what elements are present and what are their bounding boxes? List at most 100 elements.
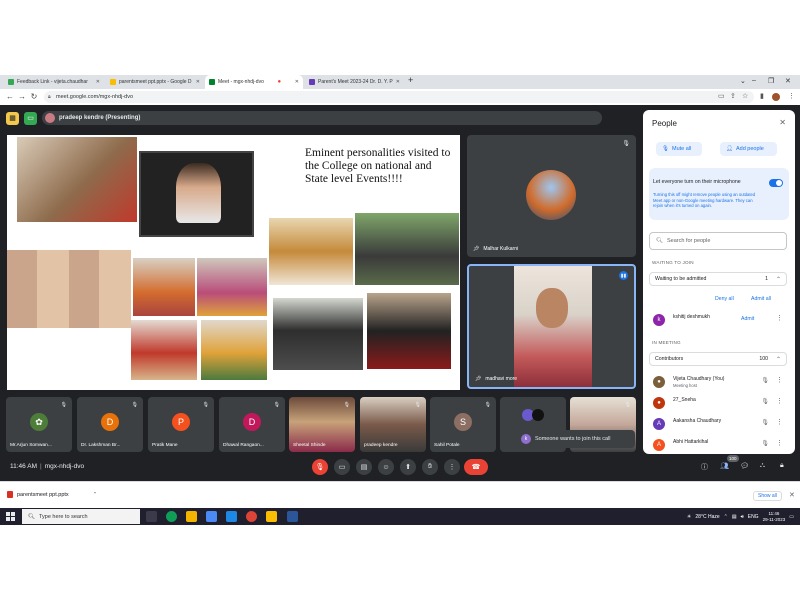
participant-tile[interactable]: S 🎙︎ Sahil Potale [430, 397, 496, 452]
activities-icon[interactable]: ▦ [6, 111, 19, 125]
camera-permission-icon[interactable]: ▭ [718, 92, 725, 100]
word-icon[interactable] [287, 511, 298, 522]
camera-toggle-button[interactable]: ▭ [334, 459, 350, 475]
mic-permission-toggle[interactable] [769, 179, 783, 187]
present-now-button[interactable]: ⬆ [400, 459, 416, 475]
admit-all-button[interactable]: Admit all [751, 296, 771, 302]
people-icon[interactable]: 👥︎ [720, 462, 729, 470]
participant-tile[interactable]: P 🎙︎ Pratik Mane [148, 397, 214, 452]
participant-tile[interactable]: ✿ 🎙︎ Mr.Arjun Somwan... [6, 397, 72, 452]
store-icon[interactable] [206, 511, 217, 522]
mic-off-icon: 🎙︎ [60, 402, 67, 408]
reload-icon[interactable]: ↻ [28, 92, 40, 101]
notifications-icon[interactable]: ▭ [789, 514, 794, 520]
chevron-up-icon[interactable]: ⌃ [93, 492, 98, 498]
participant-row[interactable]: A Aakansha Chaudhary 🎙︎ ⋮ [653, 416, 785, 432]
mic-toggle-button[interactable]: 🎙︎ [312, 459, 328, 475]
back-icon[interactable]: ← [4, 92, 16, 101]
deny-all-button[interactable]: Deny all [715, 296, 734, 302]
captions-button[interactable]: ▤ [356, 459, 372, 475]
clock[interactable]: 11:46 29-11-2023 [763, 511, 786, 522]
new-tab-button[interactable]: + [408, 75, 413, 85]
edge-icon[interactable] [166, 511, 177, 522]
profile-avatar[interactable] [772, 93, 780, 101]
tray-chevron-icon[interactable]: ⌃ [724, 514, 728, 520]
add-people-button[interactable]: 👤︎ Add people [720, 142, 777, 156]
participant-avatar: P [172, 413, 190, 431]
bookmark-star-icon[interactable]: ☆ [742, 92, 748, 100]
more-options-icon[interactable]: ⋮ [776, 418, 783, 426]
participant-row[interactable]: A Abhi Hattarkihal 🎙︎ ⋮ [653, 437, 785, 453]
chat-icon[interactable]: 💬︎ [740, 462, 749, 470]
volume-icon[interactable]: 🔊︎ [741, 514, 744, 520]
participant-tile-malhar[interactable]: 🎙︎ 📌︎ Malhar Kulkarni [467, 135, 636, 257]
mute-all-button[interactable]: 🎙︎ Mute all [656, 142, 702, 156]
more-options-icon[interactable]: ⋮ [776, 314, 783, 322]
tab-meet[interactable]: Meet - mgx-nhdj-dvo ● ✕ [205, 75, 303, 89]
participant-tile-madhavi[interactable]: ▮▮ 📌︎ madhavi more [467, 264, 636, 389]
raise-hand-button[interactable]: ✋︎ [422, 459, 438, 475]
url-field[interactable]: 🔒︎ meet.google.com/mgx-nhdj-dvo [44, 91, 754, 103]
search-people-input[interactable]: 🔍︎ Search for people [649, 232, 787, 250]
host-controls-icon[interactable]: 🔒︎ [780, 462, 784, 470]
share-icon[interactable]: ⇪ [730, 92, 736, 100]
mic-off-icon[interactable]: 🎙︎ [761, 398, 769, 405]
present-screen-icon[interactable]: ▭ [24, 111, 37, 125]
close-icon[interactable]: ✕ [779, 118, 786, 127]
more-options-button[interactable]: ⋮ [444, 459, 460, 475]
weather-icon[interactable]: ☀︎ [687, 514, 691, 520]
participant-row[interactable]: ● 27_Sneha 🎙︎ ⋮ [653, 395, 785, 411]
close-tab-icon[interactable]: ✕ [396, 79, 400, 85]
tab-slides[interactable]: parentsmeet ppt.pptx - Google D ✕ [106, 75, 204, 89]
join-request-toast[interactable]: k Someone wants to join this call [517, 430, 635, 448]
task-view-icon[interactable] [146, 511, 157, 522]
reactions-button[interactable]: ☺ [378, 459, 394, 475]
admit-button[interactable]: Admit [741, 316, 754, 322]
more-options-icon[interactable]: ⋮ [776, 376, 783, 384]
close-icon[interactable]: ✕ [789, 491, 795, 499]
tab-parents-meet[interactable]: Parent's Meet 2023-24 Dr. D. Y. P ✕ [305, 75, 403, 89]
language-indicator[interactable]: ENG [748, 514, 759, 520]
person-avatar: ● [653, 397, 665, 409]
download-item[interactable]: parentsmeet ppt.pptx ⌃ [7, 491, 97, 498]
show-all-button[interactable]: Show all [753, 491, 782, 501]
more-options-icon[interactable]: ⋮ [776, 397, 783, 405]
more-options-icon[interactable]: ⋮ [776, 439, 783, 447]
mic-off-icon[interactable]: 🎙︎ [761, 440, 769, 447]
forward-icon[interactable]: → [16, 92, 28, 101]
activities-icon[interactable]: ⛬ [760, 462, 765, 470]
slides-app-icon[interactable] [266, 511, 277, 522]
weather-text[interactable]: 28°C Haze [695, 514, 719, 520]
contributors-group-header[interactable]: Contributors 100 ⌃ [649, 352, 787, 366]
side-panel-icon[interactable]: ▮ [760, 92, 764, 100]
network-icon[interactable]: ▤ [732, 514, 737, 520]
participant-tile[interactable]: D 🎙︎ Dr. Lakshman Br... [77, 397, 143, 452]
participant-tile[interactable]: 🎙︎ Sheetal Shinde [289, 397, 355, 452]
photo-award-ceremony [17, 137, 137, 222]
restore-button[interactable]: ❐ [768, 77, 774, 85]
mail-icon[interactable] [226, 511, 237, 522]
participant-avatar [526, 170, 576, 220]
in-meeting-section-label: IN MEETING [652, 340, 681, 345]
windows-start-icon[interactable] [6, 512, 15, 521]
participant-row[interactable]: ● Vijeta Chaudhary (You) Meeting host 🎙︎… [653, 374, 785, 390]
menu-kebab-icon[interactable]: ⋮ [788, 92, 795, 100]
taskbar-search-input[interactable]: 🔍︎ Type here to search [22, 509, 140, 524]
participant-tile[interactable]: 🎙︎ pradeep kendre [360, 397, 426, 452]
file-explorer-icon[interactable] [186, 511, 197, 522]
chevron-down-icon[interactable]: ⌄ [740, 77, 746, 85]
leave-call-button[interactable]: ☎︎ [464, 459, 488, 475]
participant-tile[interactable]: D 🎙︎ Dhawal Rangaon... [219, 397, 285, 452]
tab-feedback[interactable]: Feedback Link - vijeta.chaudhar ✕ [4, 75, 104, 89]
waiting-group-header[interactable]: Waiting to be admitted 1 ⌃ [649, 272, 787, 286]
mic-off-icon[interactable]: 🎙︎ [761, 419, 769, 426]
close-tab-icon[interactable]: ✕ [196, 79, 200, 85]
meeting-details-icon[interactable]: ⓘ [701, 462, 708, 472]
close-window-button[interactable]: ✕ [785, 77, 791, 85]
close-tab-icon[interactable]: ✕ [96, 79, 100, 85]
chrome-icon[interactable] [246, 511, 257, 522]
mic-off-icon: 🎙︎ [662, 146, 669, 152]
minimize-button[interactable]: – [752, 77, 756, 84]
mic-off-icon[interactable]: 🎙︎ [761, 377, 769, 384]
close-tab-icon[interactable]: ✕ [295, 79, 299, 85]
